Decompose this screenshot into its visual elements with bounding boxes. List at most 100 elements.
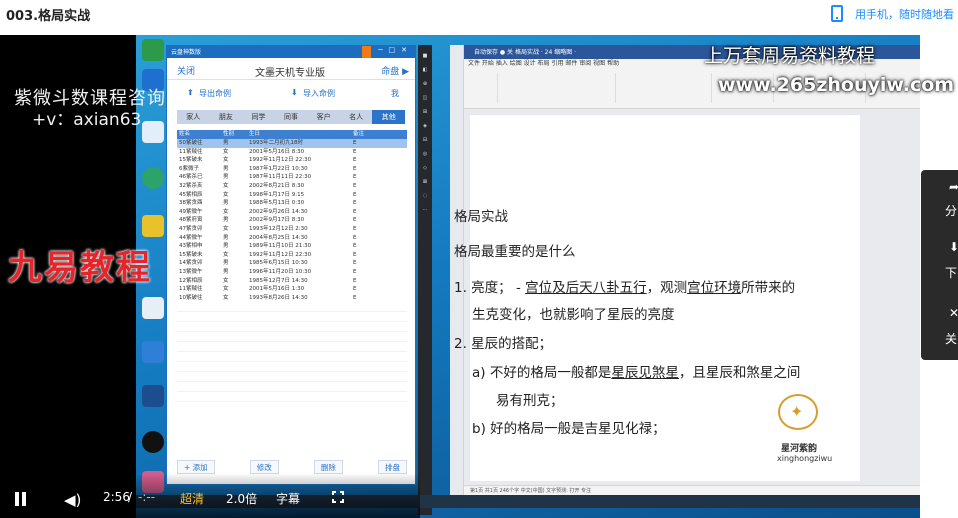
chart-layout-button[interactable]: 排盘 (378, 460, 407, 474)
table-row[interactable]: 38紫贪酉 男 1988年5月13日 0:30 E (177, 199, 407, 208)
tab-item[interactable]: 同事 (275, 110, 308, 124)
table-cell: 47紫贪卯 (179, 225, 203, 232)
record-table: 姓名 性别 生日 备注 50紫破往男 1993年二月初九18时 E 11紫贼往女 200… (177, 130, 407, 403)
table-row[interactable]: 12紫相辰 女 1985年12月7日 14:30 E (177, 277, 407, 286)
course-title: 003.格局实战 (6, 9, 91, 24)
table-cell: 2001年5月16日 8:30 (249, 148, 305, 155)
more-button[interactable]: 我 (391, 88, 399, 99)
quality-button[interactable]: 超清 (180, 490, 204, 507)
mobile-watch-link[interactable]: 用手机，随时随地看 (831, 5, 954, 22)
xinghe-logo: ✦ (776, 394, 826, 430)
table-cell: 1992年11月12日 22:30 (249, 157, 312, 164)
table-cell: 2002年8月21日 8:30 (249, 182, 305, 189)
fullscreen-icon[interactable] (332, 491, 344, 503)
close-label: 关 (945, 332, 958, 346)
table-row[interactable]: 15紫破未 女 1992年11月12日 22:30 E (177, 156, 407, 165)
table-row[interactable]: 46紫杀已 男 1987年11月11日 22:30 E (177, 173, 407, 182)
tab-item[interactable]: 同学 (242, 110, 275, 124)
pause-icon[interactable] (15, 492, 27, 506)
table-cell: 46紫杀已 (179, 174, 203, 181)
ribbon-font[interactable] (500, 73, 616, 103)
duration: -:-- (138, 490, 156, 504)
star-icon: ✦ (790, 402, 804, 421)
phone-icon (831, 5, 843, 22)
table-cell: 男 (223, 268, 229, 275)
app-header: 关闭 文墨天机专业版 命盘 ▶ (167, 58, 415, 80)
share-icon[interactable]: ➦ (949, 180, 958, 194)
table-cell: 女 (223, 251, 229, 258)
table-row[interactable]: 48紫府寅 男 2002年9月17日 8:30 E (177, 216, 407, 225)
table-row[interactable]: 44紫微午 男 2004年8月25日 14:30 E (177, 234, 407, 243)
app-titlebar: 云盘神数版 ─□✕ (167, 46, 415, 58)
col-gender: 性别 (223, 131, 235, 137)
tab-item[interactable]: 朋友 (210, 110, 243, 124)
speed-button[interactable]: 2.0倍 (226, 490, 257, 507)
desktop-icon (140, 39, 166, 61)
word-statusbar: 第1页 共1页 246个字 中文(中国) 文字预测: 打开 专注 (464, 485, 920, 495)
table-row[interactable]: 45紫相辰 女 1998年1月17日 9:15 E (177, 191, 407, 200)
table-row[interactable]: 11紫贼往 女 2001年5月16日 1:30 E (177, 285, 407, 294)
table-row[interactable]: 15紫破未 女 1992年11月12日 22:30 E (177, 251, 407, 260)
table-row[interactable]: 13紫微午 男 1996年11月20日 10:30 E (177, 268, 407, 277)
download-icon[interactable]: ⬇ (949, 240, 958, 254)
empty-row (177, 372, 407, 383)
ribbon-clipboard[interactable] (468, 73, 498, 103)
export-button[interactable]: 导出命例 (199, 88, 231, 99)
category-tabs: 家人 朋友 同学 同事 客户 名人 其他 (177, 110, 406, 124)
doc-item-2: 2. 星辰的搭配； (454, 336, 553, 352)
empty-row (177, 352, 407, 363)
table-cell: 15紫破未 (179, 251, 203, 258)
tab-item[interactable]: 家人 (177, 110, 210, 124)
desktop-icon (140, 431, 166, 453)
close-panel-icon[interactable]: ✕ (949, 306, 958, 320)
subtitle-button[interactable]: 字幕 (276, 490, 300, 507)
table-row[interactable]: 11紫贼往 女 2001年5月16日 8:30 E (177, 148, 407, 157)
app-icon (142, 385, 164, 407)
table-cell: 11紫贼往 (179, 286, 203, 293)
table-cell: 女 (223, 182, 229, 189)
table-cell: 43紫相申 (179, 243, 203, 250)
table-cell: 11紫贼往 (179, 148, 203, 155)
col-name: 姓名 (179, 131, 191, 137)
edit-button[interactable]: 修改 (249, 460, 279, 474)
ribbon-paragraph[interactable] (618, 73, 712, 103)
table-cell: 男 (223, 260, 229, 267)
import-icon: ⬇ (291, 88, 298, 97)
volume-icon[interactable]: ◀) (64, 491, 81, 509)
desktop-icon (140, 385, 166, 407)
table-cell: E (353, 208, 357, 215)
import-button[interactable]: 导入命例 (303, 88, 335, 99)
table-cell: E (353, 268, 357, 275)
word-title: 自动保存 ● 关 格局实战 · 24 缩略图 · (474, 49, 577, 56)
jiuyi-watermark: 九易教程 (8, 248, 152, 288)
app-actions: ⬆ 导出命例 ⬇ 导入命例 我 (167, 80, 415, 106)
table-cell: 12紫相辰 (179, 277, 203, 284)
table-row[interactable]: 32紫杀亥 女 2002年8月21日 8:30 E (177, 182, 407, 191)
doc-heading: 格局实战 (454, 209, 508, 225)
time-separator: / (128, 490, 133, 504)
tab-item[interactable]: 客户 (307, 110, 340, 124)
table-row[interactable]: 6紫微子 男 1987年1月22日 10:30 E (177, 165, 407, 174)
close-button[interactable]: 关闭 (177, 64, 195, 77)
orange-icon (362, 46, 371, 58)
delete-button[interactable]: 删除 (313, 460, 343, 474)
table-row[interactable]: 49紫微午 女 2002年9月26日 14:30 E (177, 208, 407, 217)
table-row[interactable]: 47紫贪卯 女 1993年12月12日 2:30 E (177, 225, 407, 234)
add-button[interactable]: + 添加 (177, 460, 215, 474)
table-row[interactable]: 43紫相申 男 1989年11月10日 21:30 E (177, 242, 407, 251)
tab-item[interactable]: 名人 (340, 110, 373, 124)
table-cell: E (353, 200, 357, 207)
table-row[interactable]: 50紫破往 男 1993年二月初九18时 E (177, 139, 407, 148)
logo-cn-text: 星河紫韵 (781, 444, 818, 454)
table-row[interactable]: 10紫破往 女 1993年8月26日 14:30 E (177, 294, 407, 303)
window-controls[interactable]: ─□✕ (378, 46, 413, 54)
table-cell: 男 (223, 165, 229, 172)
doc-subheading: 格局最重要的是什么 (454, 244, 576, 260)
table-row[interactable]: 14紫贪卯 男 1985年6月15日 10:30 E (177, 259, 407, 268)
table-cell: E (353, 234, 357, 241)
table-cell: E (353, 286, 357, 293)
chart-button[interactable]: 命盘 ▶ (381, 64, 409, 77)
empty-row (177, 312, 407, 323)
table-body: 50紫破往男 1993年二月初九18时 E 11紫贼往女 2001年5月16日 8:30… (177, 139, 407, 302)
tab-item[interactable]: 其他 (372, 110, 406, 124)
